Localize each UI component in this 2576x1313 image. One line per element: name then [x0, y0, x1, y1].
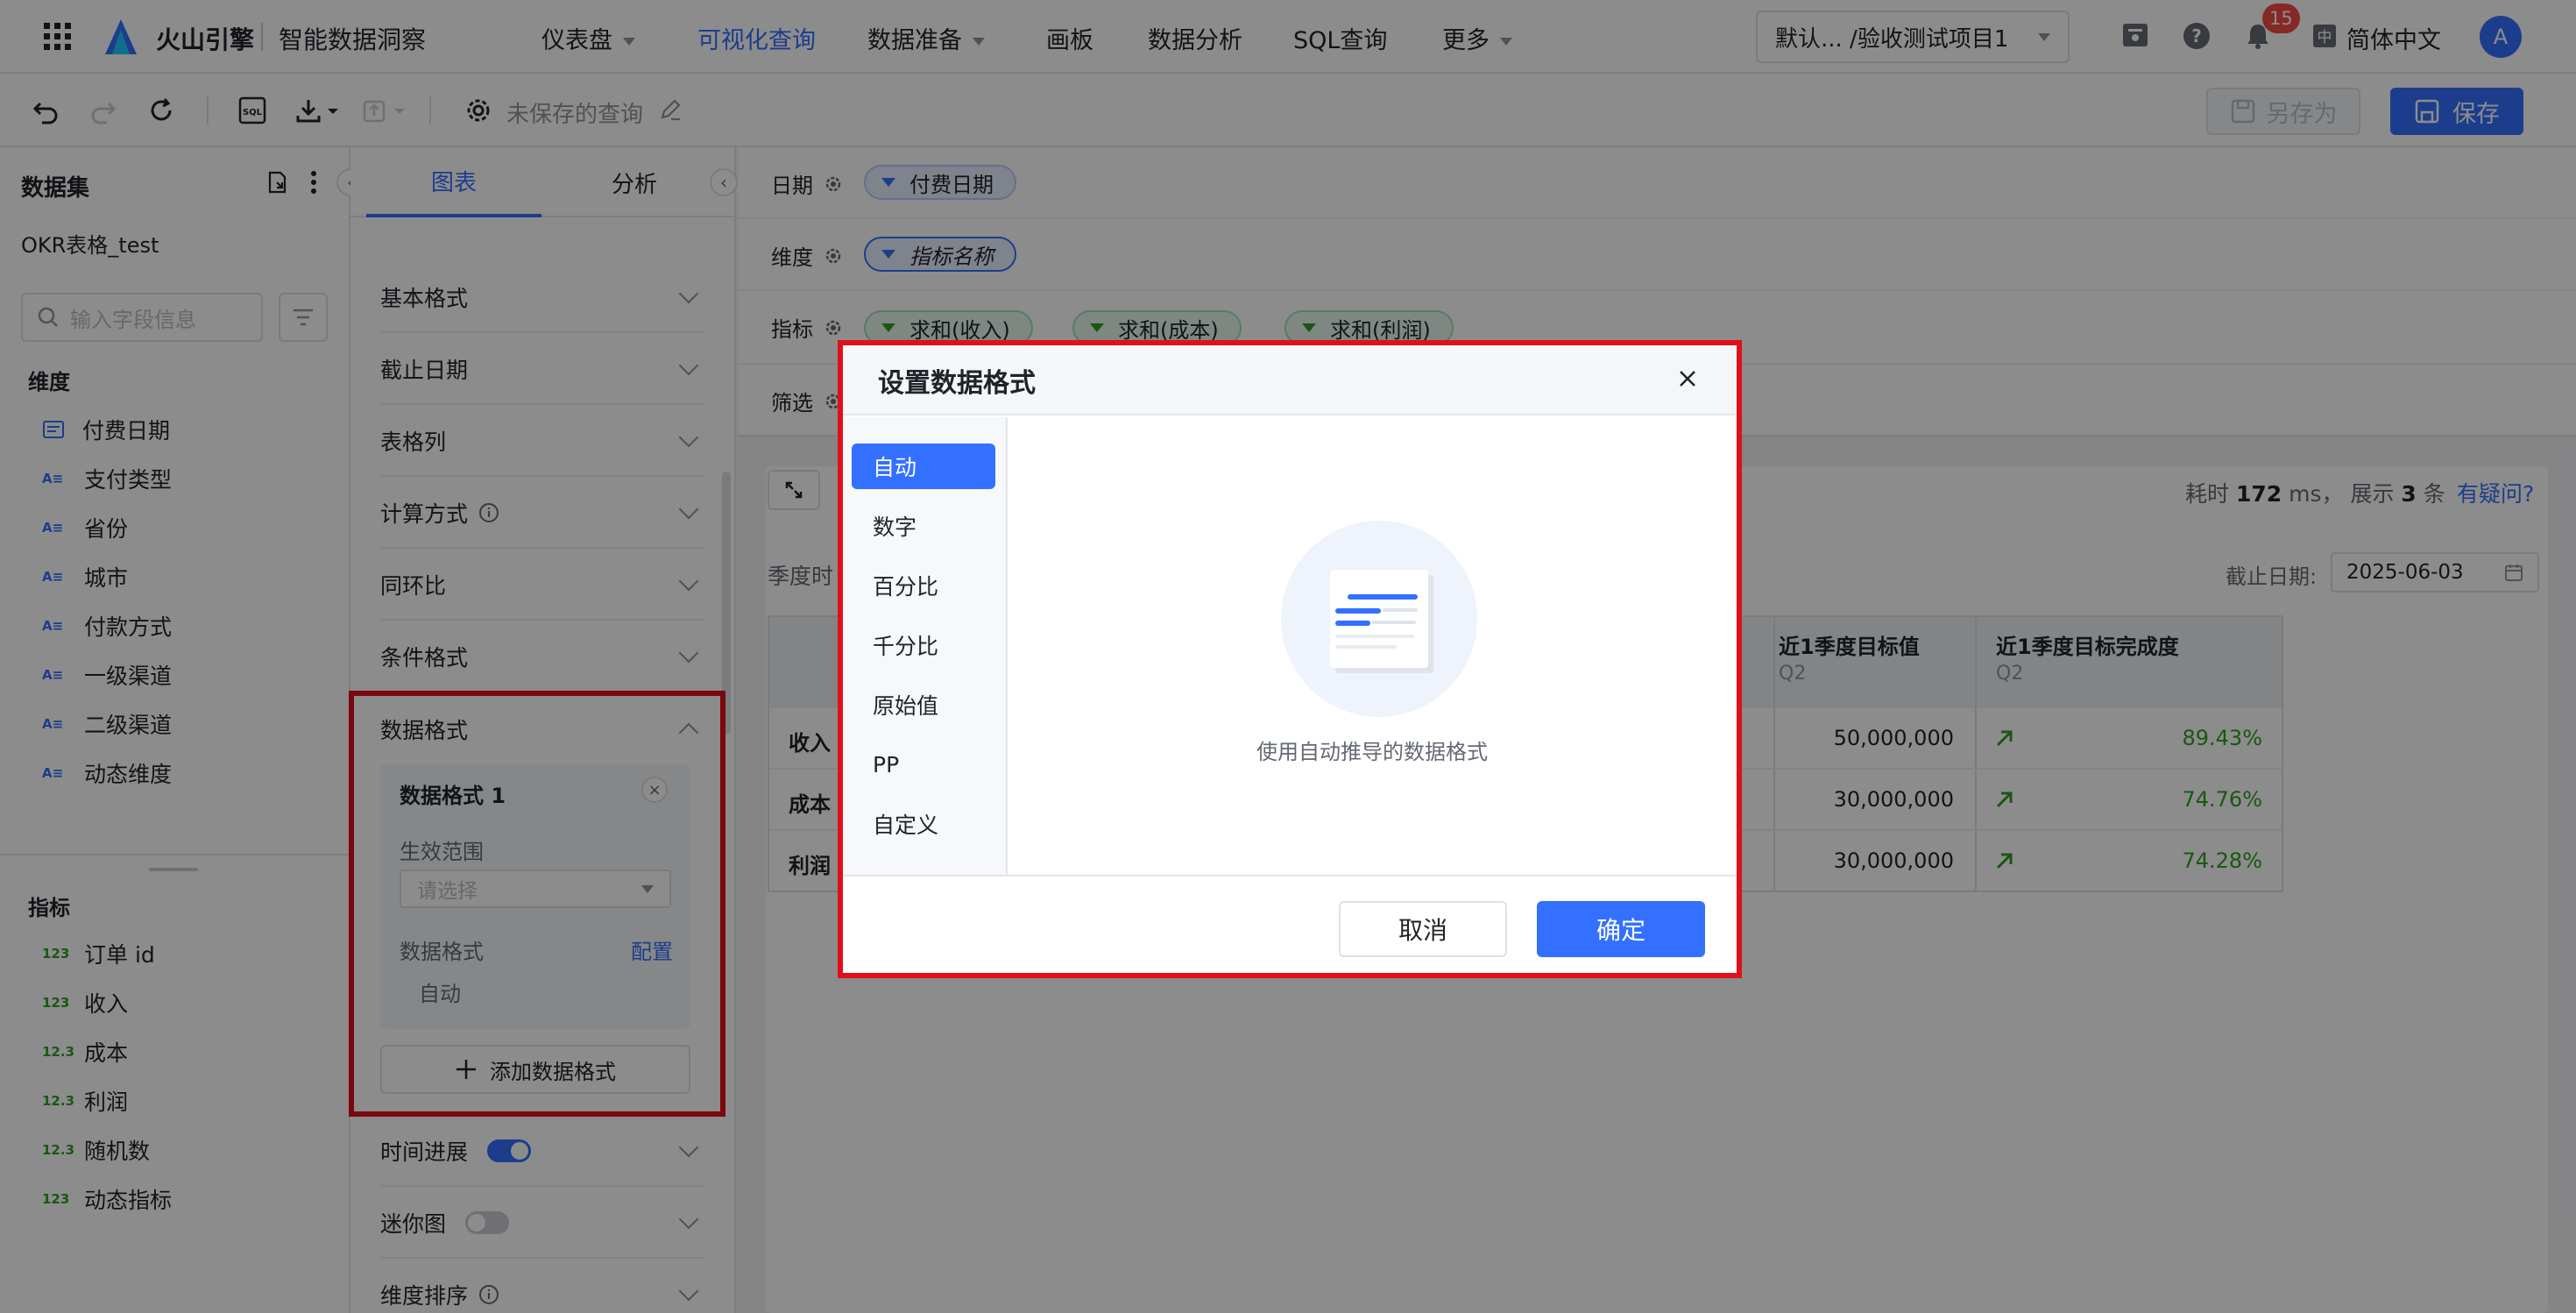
dialog-footer-divider [843, 875, 1737, 877]
format-option-auto[interactable]: 自动 [852, 444, 995, 489]
format-option-raw[interactable]: 原始值 [852, 682, 995, 727]
close-icon[interactable] [1675, 366, 1700, 391]
dialog-title: 设置数据格式 [878, 368, 1036, 399]
format-option-permille[interactable]: 千分比 [852, 622, 995, 668]
data-format-dialog: 设置数据格式 自动 数字 百分比 千分比 原始值 PP 自定义 使用自动推导的数… [838, 340, 1742, 978]
format-option-pp[interactable]: PP [852, 742, 995, 787]
format-option-custom[interactable]: 自定义 [852, 801, 995, 847]
format-option-number[interactable]: 数字 [852, 503, 995, 549]
auto-format-description: 使用自动推导的数据格式 [1256, 740, 1488, 764]
confirm-button[interactable]: 确定 [1537, 901, 1705, 957]
format-option-percent[interactable]: 百分比 [852, 563, 995, 608]
cancel-button[interactable]: 取消 [1339, 901, 1507, 957]
auto-format-illustration-icon [1281, 521, 1477, 717]
